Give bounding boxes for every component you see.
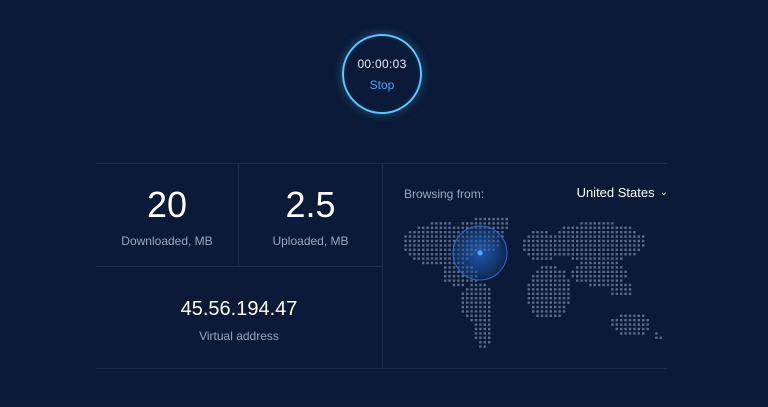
timer-stop-button[interactable]: 00:00:03 Stop [342,34,422,114]
chevron-down-icon: ⌄ [659,187,668,198]
uploaded-value: 2.5 [285,184,336,225]
virtual-address-value: 45.56.194.47 [180,298,298,320]
divider-stats-middle [96,266,382,267]
world-map [404,217,662,348]
divider-bottom [96,368,667,369]
uploaded-label: Uploaded, MB [272,234,349,248]
virtual-address-stat: 45.56.194.47 Virtual address [96,297,382,343]
downloaded-value: 20 [146,184,188,225]
browsing-from-label: Browsing from: [404,187,485,201]
divider-map-vertical [382,164,383,368]
virtual-address-label: Virtual address [199,329,279,343]
stop-label[interactable]: Stop [370,78,395,92]
map-dots [404,217,662,348]
elapsed-time: 00:00:03 [357,56,407,71]
country-selector[interactable]: United States ⌄ [577,185,668,200]
location-marker [477,250,483,256]
downloaded-label: Downloaded, MB [121,234,213,248]
downloaded-stat: 20 Downloaded, MB [96,184,238,249]
uploaded-stat: 2.5 Uploaded, MB [239,184,382,249]
country-name: United States [576,185,655,200]
